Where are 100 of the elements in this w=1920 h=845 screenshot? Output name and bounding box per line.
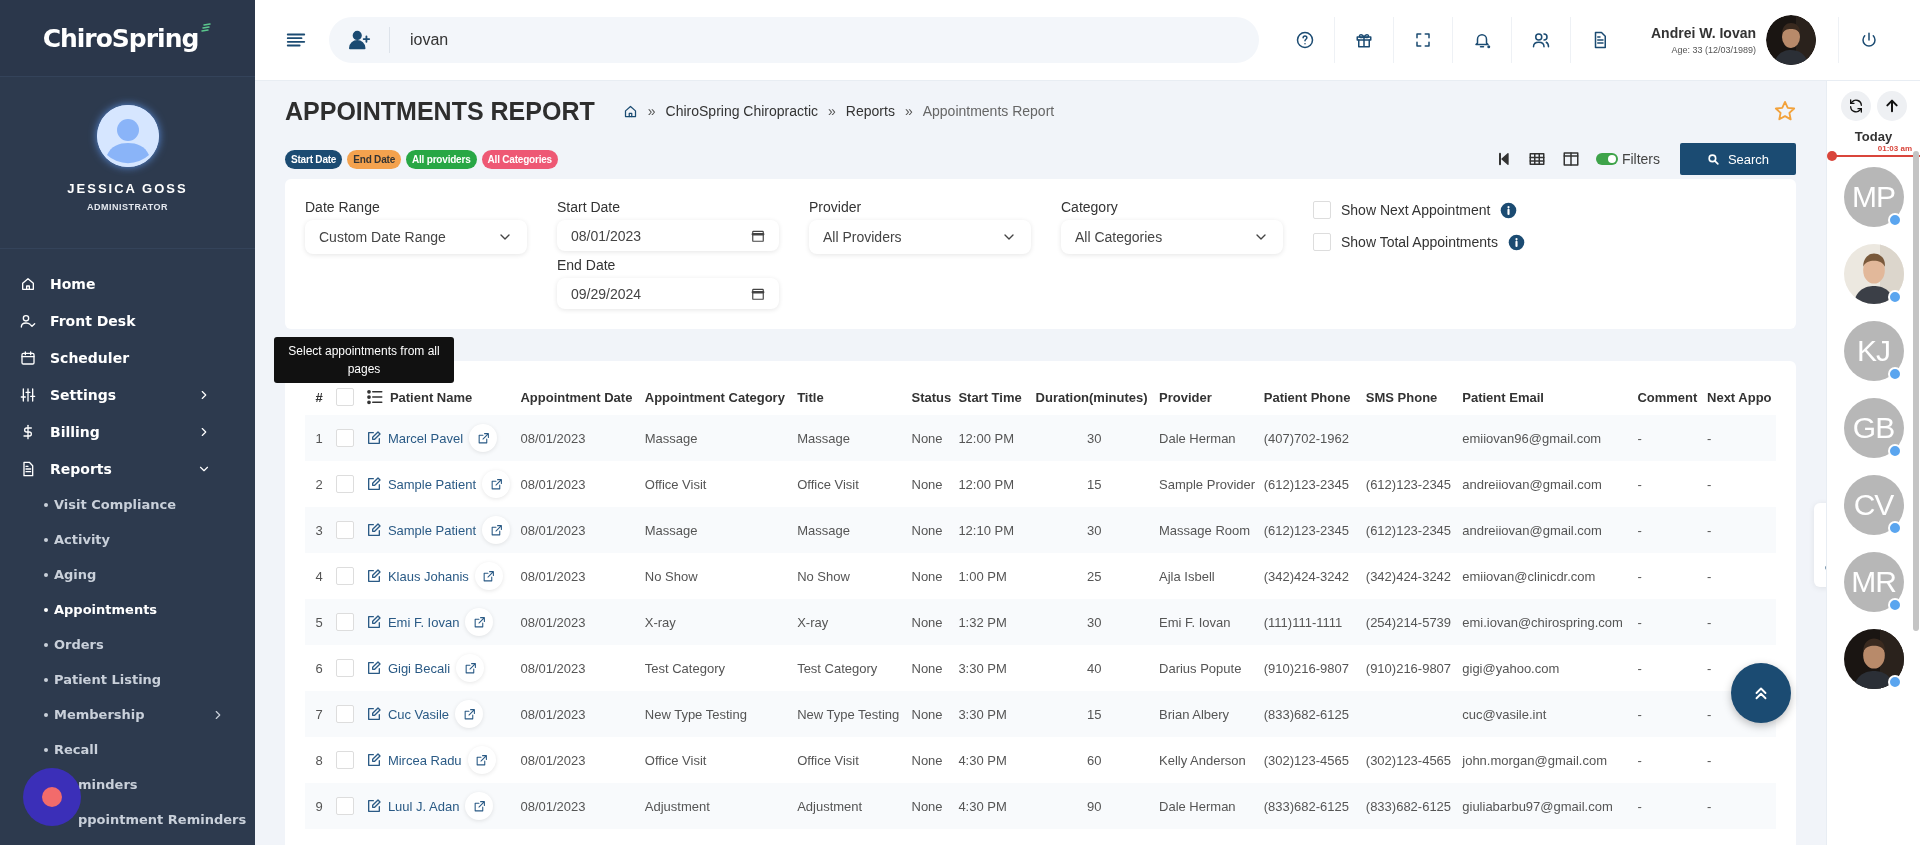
table-cell: None xyxy=(911,660,943,676)
filter-chip[interactable]: Start Date xyxy=(285,149,343,169)
table-cell: 1:32 PM xyxy=(958,614,1007,630)
checkbox[interactable] xyxy=(336,475,355,493)
patient-link[interactable]: Sample Patient xyxy=(387,476,477,492)
table-cell: Emi F. Iovan xyxy=(1159,614,1231,630)
table-cell: - xyxy=(1707,660,1712,676)
patient-link[interactable]: Gigi Becali xyxy=(387,660,451,676)
table-cell: New Type Testing xyxy=(644,706,747,722)
patient-link[interactable]: Cuc Vasile xyxy=(387,706,450,722)
table-cell: None xyxy=(911,568,943,584)
table-cell: (910)216-9807 xyxy=(1365,660,1452,676)
nav-item[interactable]: Settings xyxy=(20,376,255,413)
checkbox[interactable] xyxy=(336,797,355,815)
search-field[interactable]: iovan xyxy=(408,30,1239,50)
nav-subitem[interactable]: Patient Listing xyxy=(20,662,255,697)
sliders-icon xyxy=(20,386,36,403)
checkbox[interactable] xyxy=(1313,233,1331,251)
table-cell: Office Visit xyxy=(797,752,859,768)
checkbox[interactable] xyxy=(1313,201,1331,219)
checkbox[interactable] xyxy=(336,521,355,539)
table-cell: (612)123-2345 xyxy=(1263,522,1350,538)
patient-link[interactable]: Mircea Radu xyxy=(387,752,462,768)
table-cell: - xyxy=(1637,614,1642,630)
table-cell: None xyxy=(911,476,943,492)
field-label: Category xyxy=(1061,199,1119,215)
nav-subitem[interactable]: minders xyxy=(20,767,255,802)
search-button[interactable]: Search xyxy=(1680,143,1796,175)
table-cell: Massage Room xyxy=(1159,522,1251,538)
table-cell: - xyxy=(1637,476,1642,492)
table-cell: 1:00 PM xyxy=(958,568,1007,584)
status-dot xyxy=(1887,444,1902,458)
table-cell: Kelly Anderson xyxy=(1159,752,1246,768)
table-cell: 08/01/2023 xyxy=(520,522,586,538)
table-cell: 6 xyxy=(305,645,334,691)
nav-item[interactable]: Home xyxy=(20,265,255,302)
provider-select[interactable]: All Providers xyxy=(809,220,1031,254)
record-button[interactable] xyxy=(23,768,81,826)
table-cell: Dale Herman xyxy=(1159,430,1236,446)
patient-link[interactable]: Klaus Johanis xyxy=(387,568,469,584)
patient-link[interactable]: Luul J. Adan xyxy=(387,798,460,814)
checkbox[interactable] xyxy=(336,613,355,631)
table-cell: Massage xyxy=(797,430,850,446)
field-label: Date Range xyxy=(305,199,381,215)
leaf-icon xyxy=(200,23,213,35)
nav-item[interactable]: Scheduler xyxy=(20,339,255,376)
filter-chip[interactable]: End Date xyxy=(347,149,401,169)
table-cell: (612)123-2345 xyxy=(1263,476,1350,492)
table-cell: - xyxy=(1707,522,1712,538)
patient-link[interactable]: Emi F. Iovan xyxy=(387,614,460,630)
breadcrumb-separator: » xyxy=(828,103,836,119)
profile-name[interactable]: Andrei W. Iovan xyxy=(1651,25,1756,41)
user-check-icon xyxy=(20,312,36,329)
nav-subitem[interactable]: Aging xyxy=(20,557,255,592)
column-header: Title xyxy=(794,379,909,415)
app-logo[interactable]: ChiroSpring xyxy=(42,23,199,53)
table-cell: 40 xyxy=(1087,660,1102,676)
patient-link[interactable]: Sample Patient xyxy=(387,522,477,538)
table-cell: Massage xyxy=(644,430,698,446)
breadcrumb-item[interactable]: Reports xyxy=(845,103,895,119)
nav-subitem[interactable]: Visit Compliance xyxy=(20,487,255,522)
search-bar[interactable]: iovan xyxy=(329,17,1259,63)
table-cell: 12:00 PM xyxy=(958,476,1015,492)
category-select[interactable]: All Categories xyxy=(1061,220,1283,254)
nav-subitem[interactable]: Appointments xyxy=(20,592,255,627)
checkbox[interactable] xyxy=(336,751,355,769)
checkbox[interactable] xyxy=(336,567,355,585)
filters-toggle[interactable]: Filters xyxy=(1595,151,1660,167)
nav-item[interactable]: Reports xyxy=(20,450,255,487)
table-cell: - xyxy=(1707,798,1712,814)
nav-item[interactable]: Front Desk xyxy=(20,302,255,339)
table-cell: None xyxy=(911,614,943,630)
nav-subitem[interactable]: Recall xyxy=(20,732,255,767)
checkbox[interactable] xyxy=(336,705,355,723)
table-cell: - xyxy=(1637,706,1642,722)
home-icon xyxy=(622,103,638,119)
checkbox[interactable] xyxy=(336,659,355,677)
start-date-field[interactable]: 08/01/2023 xyxy=(557,220,779,251)
nav-item[interactable]: Billing xyxy=(20,413,255,450)
patient-link[interactable]: Marcel Pavel xyxy=(387,430,464,446)
table-cell: 5 xyxy=(305,599,334,645)
nav-subitem[interactable]: Activity xyxy=(20,522,255,557)
table-cell: 30 xyxy=(1087,614,1102,630)
checkbox[interactable] xyxy=(336,429,355,447)
nav-subitem[interactable]: Membership xyxy=(20,697,255,732)
nav-subitem[interactable]: Orders xyxy=(20,627,255,662)
column-header: Patient Name xyxy=(389,389,473,405)
checkbox[interactable] xyxy=(336,388,355,406)
table-cell: (407)702-1962 xyxy=(1263,430,1350,446)
table-cell: (612)123-2345 xyxy=(1365,476,1452,492)
date-range-select[interactable]: Custom Date Range xyxy=(305,220,527,254)
table-cell: - xyxy=(1637,660,1642,676)
end-date-field[interactable]: 09/29/2024 xyxy=(557,278,779,309)
page-title: APPOINTMENTS REPORT xyxy=(285,96,595,126)
table-cell: - xyxy=(1707,476,1712,492)
table-cell: Darius Popute xyxy=(1159,660,1242,676)
nav-subitem[interactable]: ppointment Reminders xyxy=(20,802,255,837)
column-header: Next Appo xyxy=(1704,379,1776,415)
breadcrumb-item[interactable]: ChiroSpring Chiropractic xyxy=(665,103,819,119)
table-cell: Ajla Isbell xyxy=(1159,568,1215,584)
